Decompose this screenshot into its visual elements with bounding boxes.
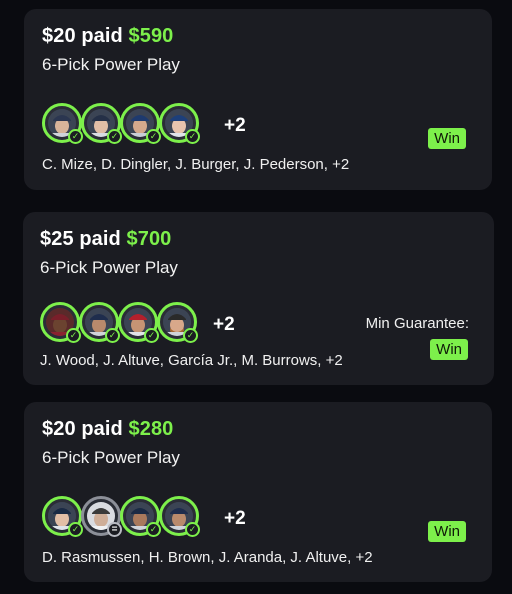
result-label: Min Guarantee:	[365, 315, 469, 332]
player-avatar: ✓	[42, 496, 83, 537]
player-names: D. Rasmussen, H. Brown, J. Aranda, J. Al…	[42, 549, 373, 566]
check-icon: ✓	[185, 522, 200, 537]
paid-amount: $20 paid	[42, 25, 123, 47]
player-avatar: ✓	[120, 496, 161, 537]
more-players-count: +2	[224, 508, 246, 529]
player-avatar: ✓	[159, 496, 200, 537]
entry-type: 6-Pick Power Play	[42, 448, 180, 467]
entry-type: 6-Pick Power Play	[42, 55, 180, 74]
check-icon: ✓	[105, 328, 120, 343]
player-avatars: ✓ = ✓ ✓	[42, 496, 200, 537]
entry-card[interactable]: $25 paid $700 6-Pick Power Play ✓ ✓ ✓ ✓ …	[23, 212, 494, 385]
equals-icon: =	[107, 522, 122, 537]
player-names: C. Mize, D. Dingler, J. Burger, J. Peder…	[42, 156, 350, 173]
result-badge: Win	[428, 128, 466, 149]
result-badge: Win	[428, 521, 466, 542]
entry-title: $20 paid $280	[42, 418, 173, 441]
entry-title: $25 paid $700	[40, 228, 171, 251]
check-icon: ✓	[144, 328, 159, 343]
player-avatar: ✓	[42, 103, 83, 144]
check-icon: ✓	[146, 129, 161, 144]
result-badge: Win	[430, 339, 468, 360]
check-icon: ✓	[68, 129, 83, 144]
check-icon: ✓	[183, 328, 198, 343]
paid-amount: $25 paid	[40, 228, 121, 250]
player-avatars: ✓ ✓ ✓ ✓	[40, 302, 198, 343]
check-icon: ✓	[185, 129, 200, 144]
paid-amount: $20 paid	[42, 418, 123, 440]
player-avatar: ✓	[40, 302, 81, 343]
check-icon: ✓	[146, 522, 161, 537]
won-amount: $280	[128, 418, 174, 440]
player-avatars: ✓ ✓ ✓ ✓	[42, 103, 200, 144]
more-players-count: +2	[224, 115, 246, 136]
player-names: J. Wood, J. Altuve, García Jr., M. Burro…	[40, 352, 343, 369]
player-avatar: ✓	[120, 103, 161, 144]
player-avatar: ✓	[159, 103, 200, 144]
won-amount: $700	[126, 228, 172, 250]
player-avatar: ✓	[79, 302, 120, 343]
entry-title: $20 paid $590	[42, 25, 173, 48]
player-avatar: ✓	[157, 302, 198, 343]
entry-type: 6-Pick Power Play	[40, 258, 178, 277]
player-avatar: ✓	[81, 103, 122, 144]
more-players-count: +2	[213, 314, 235, 335]
entry-card[interactable]: $20 paid $280 6-Pick Power Play ✓ = ✓ ✓ …	[24, 402, 492, 582]
player-avatar: =	[81, 496, 122, 537]
player-avatar: ✓	[118, 302, 159, 343]
check-icon: ✓	[107, 129, 122, 144]
won-amount: $590	[128, 25, 174, 47]
check-icon: ✓	[68, 522, 83, 537]
entry-card[interactable]: $20 paid $590 6-Pick Power Play ✓ ✓ ✓ ✓ …	[24, 9, 492, 190]
check-icon: ✓	[66, 328, 81, 343]
